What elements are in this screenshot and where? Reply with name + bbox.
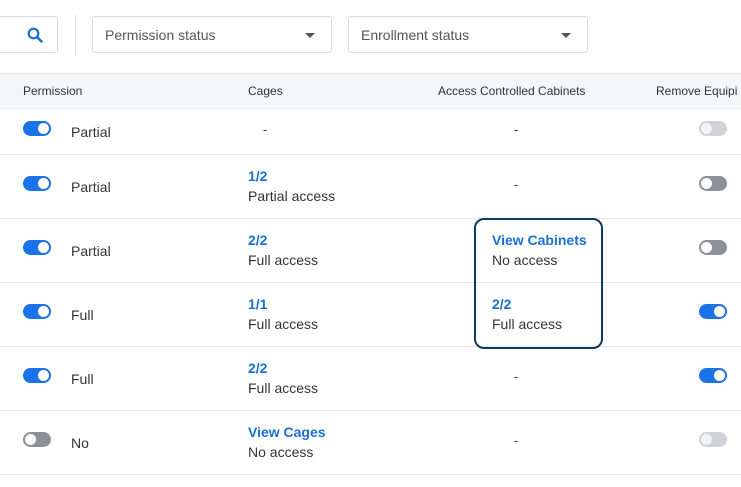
table-header: Permission Cages Access Controlled Cabin… (0, 73, 741, 109)
cages-link[interactable]: 1/1 (248, 296, 267, 312)
permission-status-dropdown[interactable]: Permission status (92, 16, 332, 53)
divider (75, 14, 76, 56)
cages-access-text: Full access (248, 380, 319, 396)
cages-access-text: Full access (248, 252, 319, 268)
chevron-down-icon (305, 33, 315, 38)
cabinets-value: - (514, 177, 519, 192)
permission-label: Partial (71, 243, 111, 259)
remove-equipment-toggle (699, 432, 727, 447)
filter-bar: Permission status Enrollment status (0, 0, 741, 70)
cabinets-value: - (514, 122, 519, 137)
toggle-knob (701, 178, 712, 189)
permission-label: No (71, 435, 89, 451)
cabinets-link[interactable]: 2/2 (492, 296, 511, 312)
cages-link[interactable]: 2/2 (248, 360, 267, 376)
cages-access-text: No access (248, 444, 314, 460)
toggle-knob (714, 370, 725, 381)
permission-toggle[interactable] (23, 240, 51, 255)
table-row: Full 1/1 Full access 2/2 Full access (0, 283, 741, 347)
toggle-knob (25, 434, 36, 445)
toggle-knob (38, 178, 49, 189)
permission-label: Partial (71, 179, 111, 195)
chevron-down-icon (561, 33, 571, 38)
toggle-knob (38, 123, 49, 134)
remove-equipment-toggle (699, 121, 727, 136)
toggle-knob (701, 123, 712, 134)
table-row: Partial 2/2 Full access View Cabinets No… (0, 219, 741, 283)
toggle-knob (38, 242, 49, 253)
toggle-knob (701, 242, 712, 253)
permission-status-label: Permission status (105, 27, 216, 43)
search-button[interactable] (0, 16, 58, 53)
toggle-knob (38, 370, 49, 381)
table-row: Partial 1/2 Partial access - (0, 155, 741, 219)
remove-equipment-toggle[interactable] (699, 240, 727, 255)
cabinets-access-text: Full access (492, 316, 563, 332)
cages-link[interactable]: 2/2 (248, 232, 267, 248)
permission-label: Full (71, 371, 94, 387)
permission-toggle[interactable] (23, 432, 51, 447)
column-header-remove-equipment[interactable]: Remove Equipi (656, 84, 737, 98)
table-row: No View Cages No access - (0, 411, 741, 475)
cabinets-value: - (514, 433, 519, 448)
cages-access-text: Partial access (248, 188, 336, 204)
view-cabinets-link[interactable]: View Cabinets (492, 232, 587, 248)
view-cages-link[interactable]: View Cages (248, 424, 326, 440)
column-header-permission[interactable]: Permission (23, 84, 82, 98)
remove-equipment-toggle[interactable] (699, 304, 727, 319)
permission-toggle[interactable] (23, 304, 51, 319)
enrollment-status-dropdown[interactable]: Enrollment status (348, 16, 588, 53)
table-row: Partial - - (0, 109, 741, 155)
cages-link[interactable]: 1/2 (248, 168, 267, 184)
column-header-cages[interactable]: Cages (248, 84, 283, 98)
toggle-knob (714, 306, 725, 317)
enrollment-status-label: Enrollment status (361, 27, 470, 43)
toggle-knob (38, 306, 49, 317)
permission-toggle[interactable] (23, 368, 51, 383)
cages-access-text: Full access (248, 316, 319, 332)
remove-equipment-toggle[interactable] (699, 176, 727, 191)
permission-toggle[interactable] (23, 121, 51, 136)
table-row: Full 2/2 Full access - (0, 347, 741, 411)
cabinets-value: - (514, 369, 519, 384)
cabinets-access-text: No access (492, 252, 558, 268)
permission-label: Full (71, 307, 94, 323)
permission-toggle[interactable] (23, 176, 51, 191)
permission-label: Partial (71, 124, 111, 140)
cages-value: - (263, 122, 268, 137)
toggle-knob (701, 434, 712, 445)
column-header-cabinets[interactable]: Access Controlled Cabinets (438, 84, 585, 98)
remove-equipment-toggle[interactable] (699, 368, 727, 383)
search-icon (27, 27, 43, 43)
